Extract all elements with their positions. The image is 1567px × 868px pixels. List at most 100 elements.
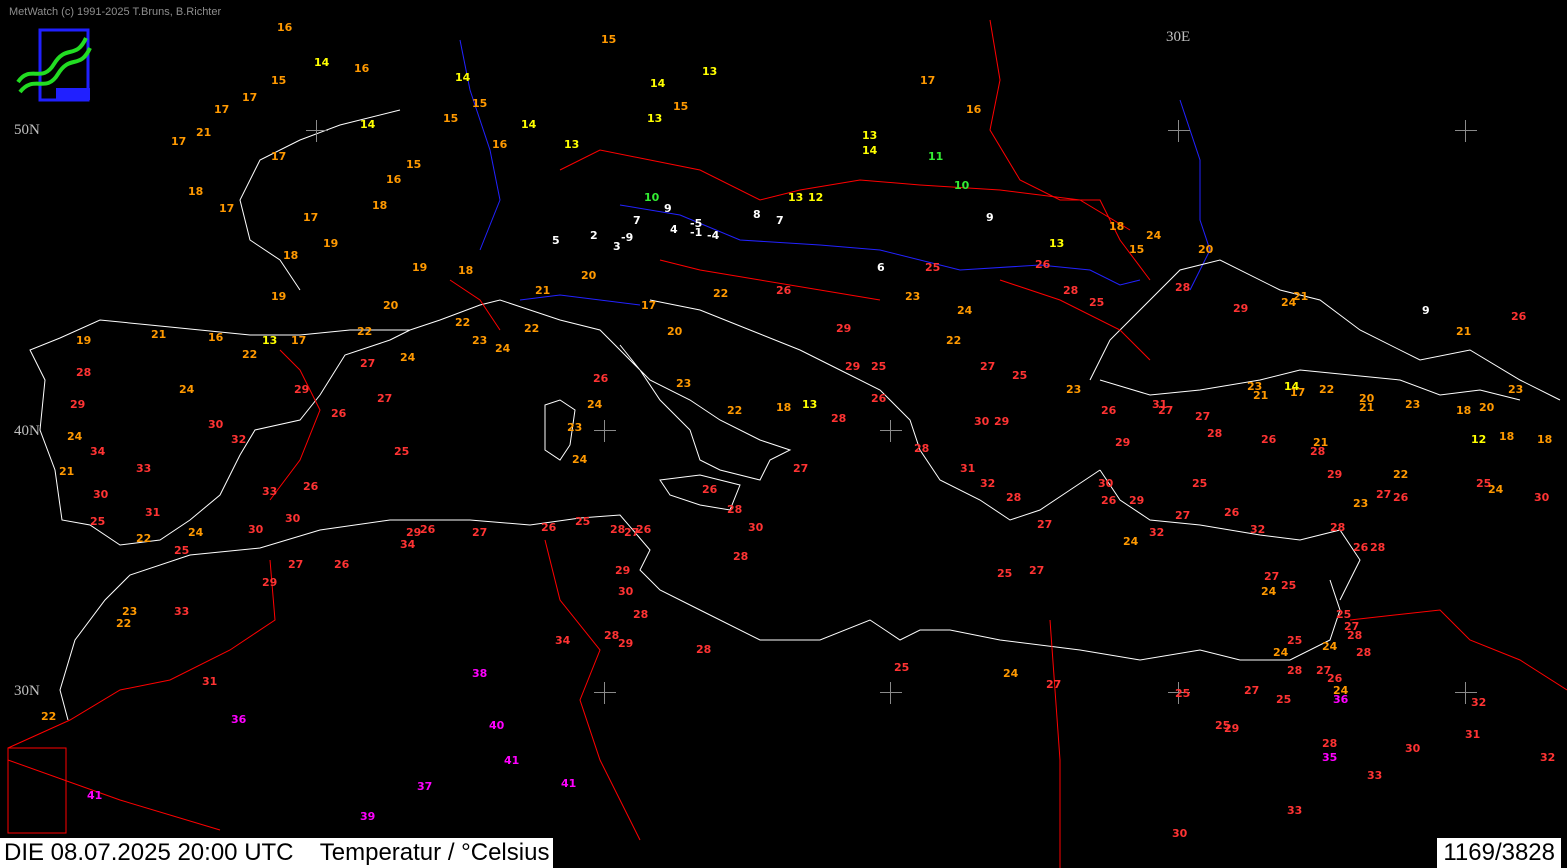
temperature-obs: 25 (1276, 693, 1292, 706)
temperature-obs: 10 (954, 179, 970, 192)
copyright-label: MetWatch (c) 1991-2025 T.Bruns, B.Richte… (9, 6, 222, 18)
temperature-obs: 31 (145, 506, 161, 519)
temperature-obs: 27 (360, 357, 376, 370)
temperature-obs: 30 (248, 523, 264, 536)
temperature-obs: 28 (1356, 646, 1372, 659)
temperature-obs: 17 (219, 202, 235, 215)
temperature-obs: 22 (136, 532, 152, 545)
temperature-obs: 33 (1367, 769, 1383, 782)
temperature-obs: 27 (1029, 564, 1045, 577)
temperature-obs: 22 (524, 322, 540, 335)
temperature-obs: 28 (1063, 284, 1079, 297)
latitude-label-30n: 30N (14, 683, 40, 699)
temperature-obs: 25 (925, 261, 941, 274)
temperature-obs: 21 (151, 328, 167, 341)
temperature-obs: 24 (957, 304, 973, 317)
temperature-obs: 25 (1287, 634, 1303, 647)
temperature-obs: 29 (1327, 468, 1343, 481)
temperature-obs: 26 (334, 558, 350, 571)
temperature-obs: 30 (208, 418, 224, 431)
temperature-obs: 10 (644, 191, 660, 204)
temperature-obs: 17 (641, 299, 657, 312)
temperature-obs: 19 (323, 237, 339, 250)
temperature-obs: 2 (590, 229, 598, 242)
temperature-obs: 24 (572, 453, 588, 466)
temperature-obs: 23 (1247, 380, 1263, 393)
footer-parameter: Temperatur / °Celsius (319, 839, 550, 866)
temperature-obs: 28 (733, 550, 749, 563)
temperature-obs: 26 (1035, 258, 1051, 271)
temperature-obs: 9 (664, 202, 672, 215)
temperature-obs: 30 (618, 585, 634, 598)
temperature-obs: 14 (360, 118, 376, 131)
temperature-obs: 21 (535, 284, 551, 297)
footer-info: DIE 08.07.2025 20:00 UTC Temperatur / °C… (0, 838, 554, 868)
temperature-obs: 26 (702, 483, 718, 496)
temperature-obs: 14 (1284, 380, 1300, 393)
temperature-obs: 28 (727, 503, 743, 516)
temperature-obs: 15 (443, 112, 459, 125)
iberia-coast (29, 319, 411, 546)
temperature-obs: 21 (1359, 401, 1375, 414)
western-sahara-box (7, 747, 67, 834)
temperature-obs: 29 (262, 576, 278, 589)
temperature-obs: 28 (1347, 629, 1363, 642)
temperature-obs: 22 (116, 617, 132, 630)
temperature-obs: 18 (1499, 430, 1515, 443)
temperature-obs: 26 (303, 480, 319, 493)
temperature-obs: 13 (802, 398, 818, 411)
temperature-obs: 28 (1006, 491, 1022, 504)
temperature-obs: 20 (667, 325, 683, 338)
temperature-obs: 13 (1049, 237, 1065, 250)
temperature-obs: 26 (1101, 404, 1117, 417)
temperature-obs: 34 (90, 445, 106, 458)
temperature-obs: 27 (793, 462, 809, 475)
temperature-obs: 31 (202, 675, 218, 688)
temperature-obs: 27 (1158, 404, 1174, 417)
temperature-obs: 22 (41, 710, 57, 723)
temperature-obs: 25 (1089, 296, 1105, 309)
temperature-obs: 14 (521, 118, 537, 131)
temperature-obs: 38 (472, 667, 488, 680)
temperature-obs: 27 (1376, 488, 1392, 501)
temperature-obs: 25 (90, 515, 106, 528)
temperature-obs: 34 (555, 634, 571, 647)
temperature-obs: 28 (1322, 737, 1338, 750)
temperature-obs: 32 (1540, 751, 1556, 764)
graticule-cross (306, 120, 328, 142)
temperature-obs: 36 (1333, 693, 1349, 706)
temperature-obs: 30 (1405, 742, 1421, 755)
temperature-obs: 28 (1175, 281, 1191, 294)
temperature-obs: -5 (690, 217, 703, 230)
latitude-label-40n: 40N (14, 423, 40, 439)
temperature-obs: 27 (980, 360, 996, 373)
temperature-obs: 23 (1508, 383, 1524, 396)
temperature-obs: 13 (702, 65, 718, 78)
temperature-obs: 33 (136, 462, 152, 475)
temperature-obs: 33 (1287, 804, 1303, 817)
eastern-borders (989, 19, 1151, 281)
temperature-obs: 28 (914, 442, 930, 455)
temperature-obs: 26 (331, 407, 347, 420)
temperature-obs: 28 (831, 412, 847, 425)
temperature-obs: 24 (1261, 585, 1277, 598)
temperature-obs: 30 (748, 521, 764, 534)
temperature-obs: 29 (615, 564, 631, 577)
temperature-obs: 26 (541, 521, 557, 534)
temperature-obs: 3 (613, 240, 621, 253)
temperature-obs: 30 (974, 415, 990, 428)
temperature-obs: 29 (1224, 722, 1240, 735)
temperature-obs: 28 (1287, 664, 1303, 677)
temperature-obs: 28 (1370, 541, 1386, 554)
temperature-obs: 25 (1012, 369, 1028, 382)
temperature-obs: 26 (1511, 310, 1527, 323)
temperature-obs: 24 (1123, 535, 1139, 548)
temperature-obs: 31 (960, 462, 976, 475)
temperature-obs: 41 (561, 777, 577, 790)
temperature-obs: 15 (271, 74, 287, 87)
temperature-obs: 23 (1405, 398, 1421, 411)
temperature-obs: 23 (122, 605, 138, 618)
temperature-obs: 31 (1465, 728, 1481, 741)
temperature-obs: 12 (808, 191, 824, 204)
temperature-obs: 26 (636, 523, 652, 536)
